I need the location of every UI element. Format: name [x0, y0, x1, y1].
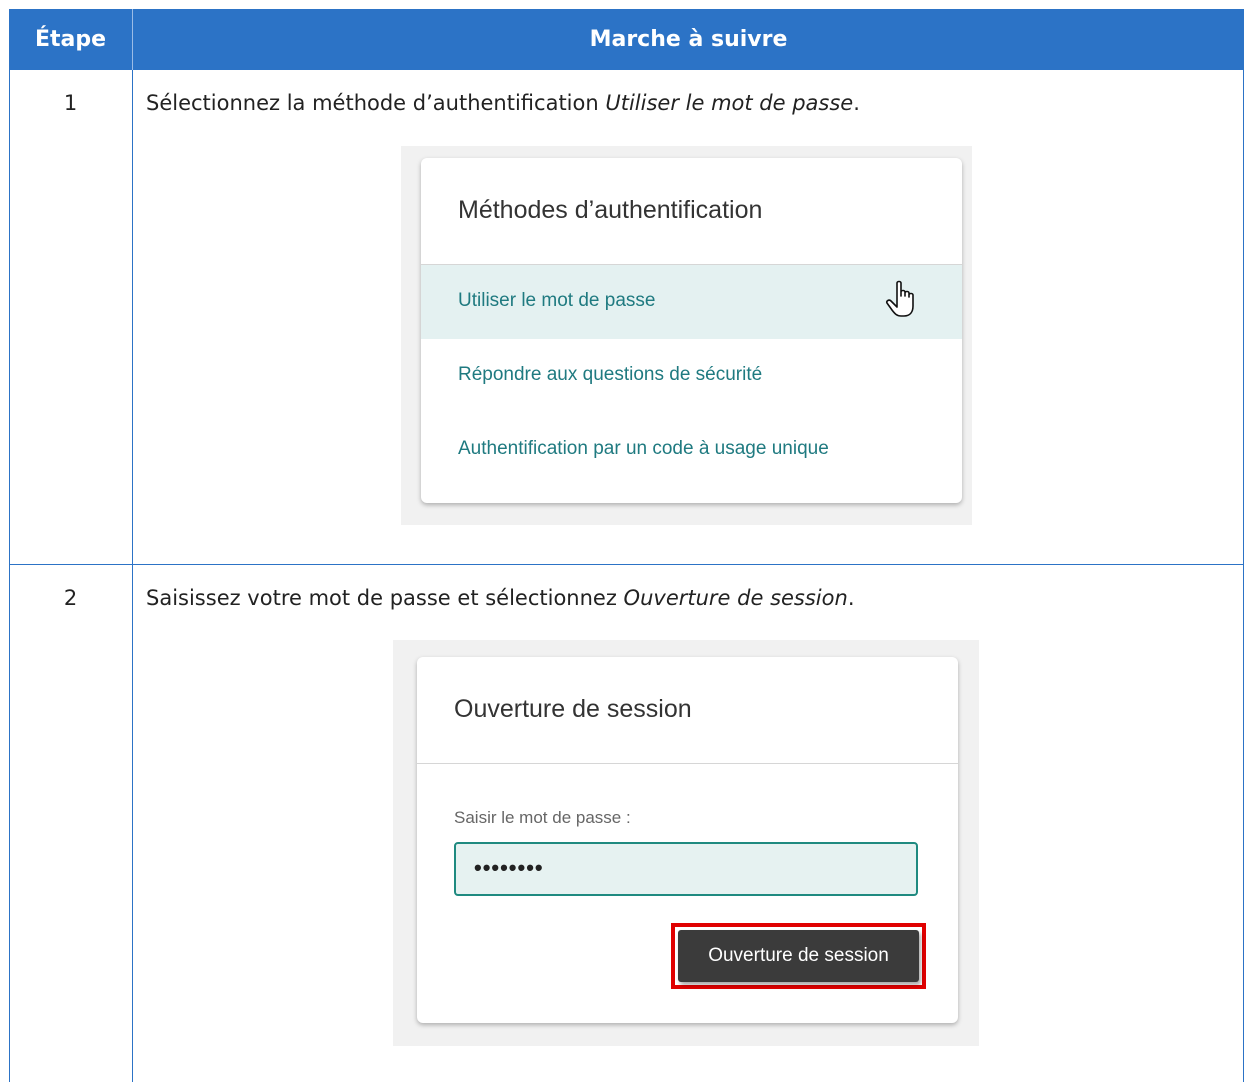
column-divider	[132, 70, 133, 1082]
method-use-password-label: Utiliser le mot de passe	[458, 290, 656, 311]
card-divider	[417, 763, 958, 764]
method-use-password[interactable]: Utiliser le mot de passe	[421, 265, 962, 339]
method-one-time-code-label: Authentification par un code à usage uni…	[458, 438, 829, 459]
auth-methods-title: Méthodes d’authentification	[458, 196, 763, 224]
instruction-table: Étape Marche à suivre 1 Sélectionnez la …	[9, 9, 1244, 1082]
method-one-time-code[interactable]: Authentification par un code à usage uni…	[421, 413, 962, 487]
method-security-questions[interactable]: Répondre aux questions de sécurité	[421, 339, 962, 413]
step-number-2: 2	[63, 586, 78, 610]
column-header-procedure: Marche à suivre	[133, 9, 1244, 70]
login-card: Ouverture de session Saisir le mot de pa…	[417, 657, 958, 1023]
auth-methods-card: Méthodes d’authentification Utiliser le …	[421, 158, 962, 503]
step-instruction-1-end: .	[853, 91, 860, 115]
step-number-1: 1	[63, 91, 78, 115]
login-screenshot: Ouverture de session Saisir le mot de pa…	[393, 640, 979, 1046]
method-security-questions-label: Répondre aux questions de sécurité	[458, 364, 763, 385]
hand-pointer-icon	[886, 280, 914, 317]
step-instruction-2-emphasis: Ouverture de session	[623, 586, 848, 610]
auth-methods-screenshot: Méthodes d’authentification Utiliser le …	[401, 146, 972, 525]
step-instruction-1-emphasis: Utiliser le mot de passe	[605, 91, 854, 115]
column-header-step: Étape	[9, 9, 132, 70]
login-title: Ouverture de session	[454, 695, 692, 723]
password-value: ••••••••	[474, 855, 544, 880]
step-instruction-2: Saisissez votre mot de passe et sélectio…	[146, 586, 855, 610]
table-border-right	[1243, 70, 1244, 1082]
password-label: Saisir le mot de passe :	[454, 808, 631, 827]
password-input[interactable]: ••••••••	[454, 842, 918, 896]
row-divider	[9, 564, 1244, 565]
step-instruction-1: Sélectionnez la méthode d’authentificati…	[146, 91, 860, 115]
step-instruction-2-end: .	[847, 586, 855, 610]
step-instruction-2-text: Saisissez votre mot de passe et sélectio…	[146, 586, 624, 610]
table-border-left	[9, 70, 10, 1082]
step-instruction-1-text: Sélectionnez la méthode d’authentificati…	[146, 91, 606, 115]
login-button[interactable]: Ouverture de session	[678, 930, 919, 982]
